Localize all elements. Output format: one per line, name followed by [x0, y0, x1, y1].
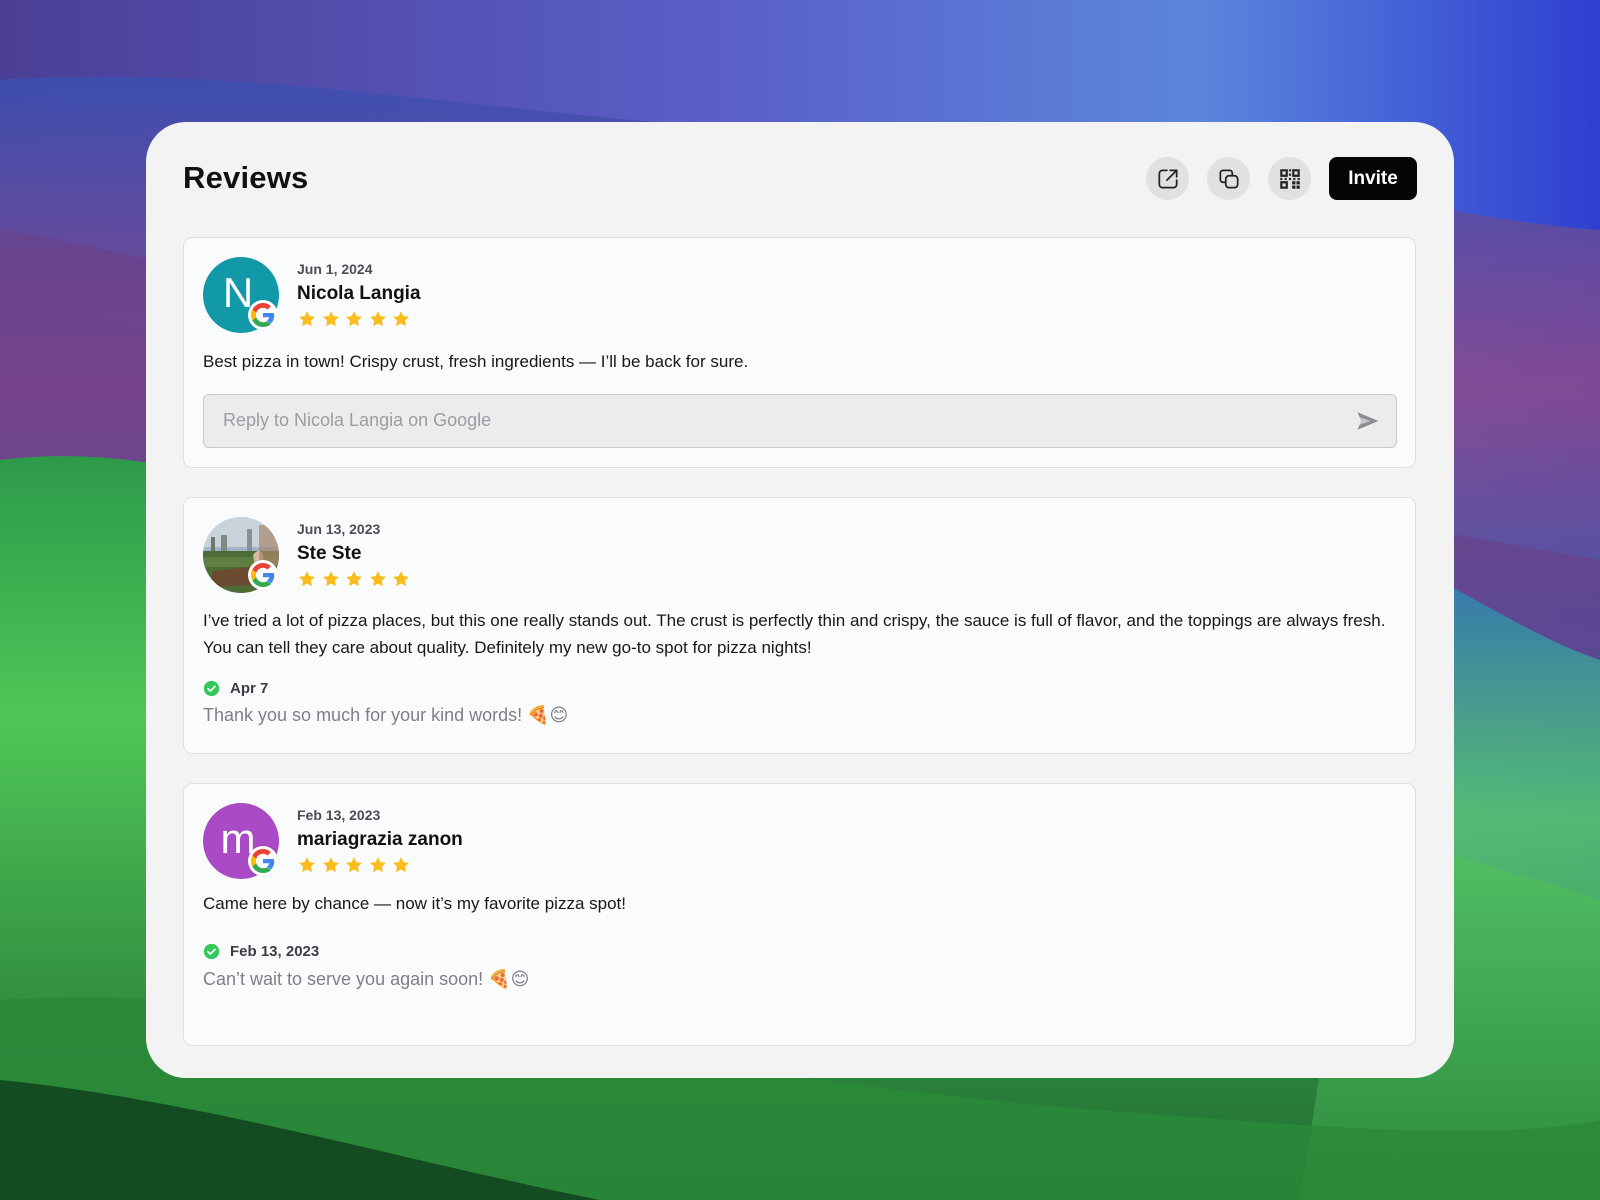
star-icon	[346, 857, 363, 873]
review-date: Feb 13, 2023	[297, 807, 381, 823]
star-rating	[297, 309, 415, 329]
google-icon	[248, 846, 278, 876]
copy-icon	[1216, 166, 1242, 192]
send-reply-button[interactable]	[1350, 403, 1386, 439]
copy-button[interactable]	[1207, 157, 1250, 200]
star-icon	[346, 571, 363, 587]
star-rating	[297, 855, 415, 875]
invite-button[interactable]: Invite	[1329, 157, 1417, 200]
star-icon	[369, 311, 386, 327]
star-icon	[369, 571, 386, 587]
check-circle-icon	[203, 680, 220, 697]
review-card: Jun 13, 2023 Ste Ste I’ve tried a lot of…	[183, 497, 1416, 754]
star-rating	[297, 569, 415, 589]
review-card: N Jun 1, 2024 Nicola Langia Best pizza i…	[183, 237, 1416, 468]
open-external-icon	[1155, 166, 1181, 192]
review-card: m Feb 13, 2023 mariagrazia zanon Came he…	[183, 783, 1416, 1046]
owner-reply-date: Feb 13, 2023	[230, 943, 320, 960]
review-text: Came here by chance — now it’s my favori…	[203, 894, 626, 913]
review-date: Jun 13, 2023	[297, 521, 381, 537]
star-icon	[393, 571, 410, 587]
send-icon	[1354, 407, 1382, 435]
qr-code-button[interactable]	[1268, 157, 1311, 200]
reviewer-name: Nicola Langia	[297, 283, 421, 304]
star-icon	[322, 857, 339, 873]
header-actions: Invite	[1146, 157, 1417, 200]
check-circle-icon	[203, 943, 220, 960]
reviewer-name: Ste Ste	[297, 543, 362, 564]
owner-reply-text: Thank you so much for your kind words! 🍕…	[203, 705, 569, 725]
reviews-panel: Reviews Invite N Jun 1, 2024 Nicola Lang…	[146, 122, 1454, 1078]
reviewer-name: mariagrazia zanon	[297, 829, 463, 850]
qr-code-icon	[1277, 166, 1303, 192]
owner-reply-date: Apr 7	[230, 680, 269, 697]
google-icon	[248, 560, 278, 590]
owner-reply-meta: Feb 13, 2023	[203, 943, 319, 960]
open-external-button[interactable]	[1146, 157, 1189, 200]
star-icon	[322, 571, 339, 587]
star-icon	[299, 571, 315, 587]
star-icon	[322, 311, 339, 327]
owner-reply-meta: Apr 7	[203, 680, 268, 697]
review-text: Best pizza in town! Crispy crust, fresh …	[203, 352, 749, 371]
review-text: I’ve tried a lot of pizza places, but th…	[203, 611, 1386, 657]
page-title: Reviews	[183, 160, 309, 195]
review-date: Jun 1, 2024	[297, 261, 373, 277]
reply-input[interactable]	[204, 395, 1324, 446]
owner-reply-text: Can’t wait to serve you again soon! 🍕😊	[203, 969, 530, 989]
google-icon	[248, 300, 278, 330]
star-icon	[299, 311, 315, 327]
star-icon	[369, 857, 386, 873]
reply-box	[203, 394, 1397, 448]
star-icon	[393, 857, 410, 873]
star-icon	[346, 311, 363, 327]
star-icon	[299, 857, 315, 873]
star-icon	[393, 311, 410, 327]
